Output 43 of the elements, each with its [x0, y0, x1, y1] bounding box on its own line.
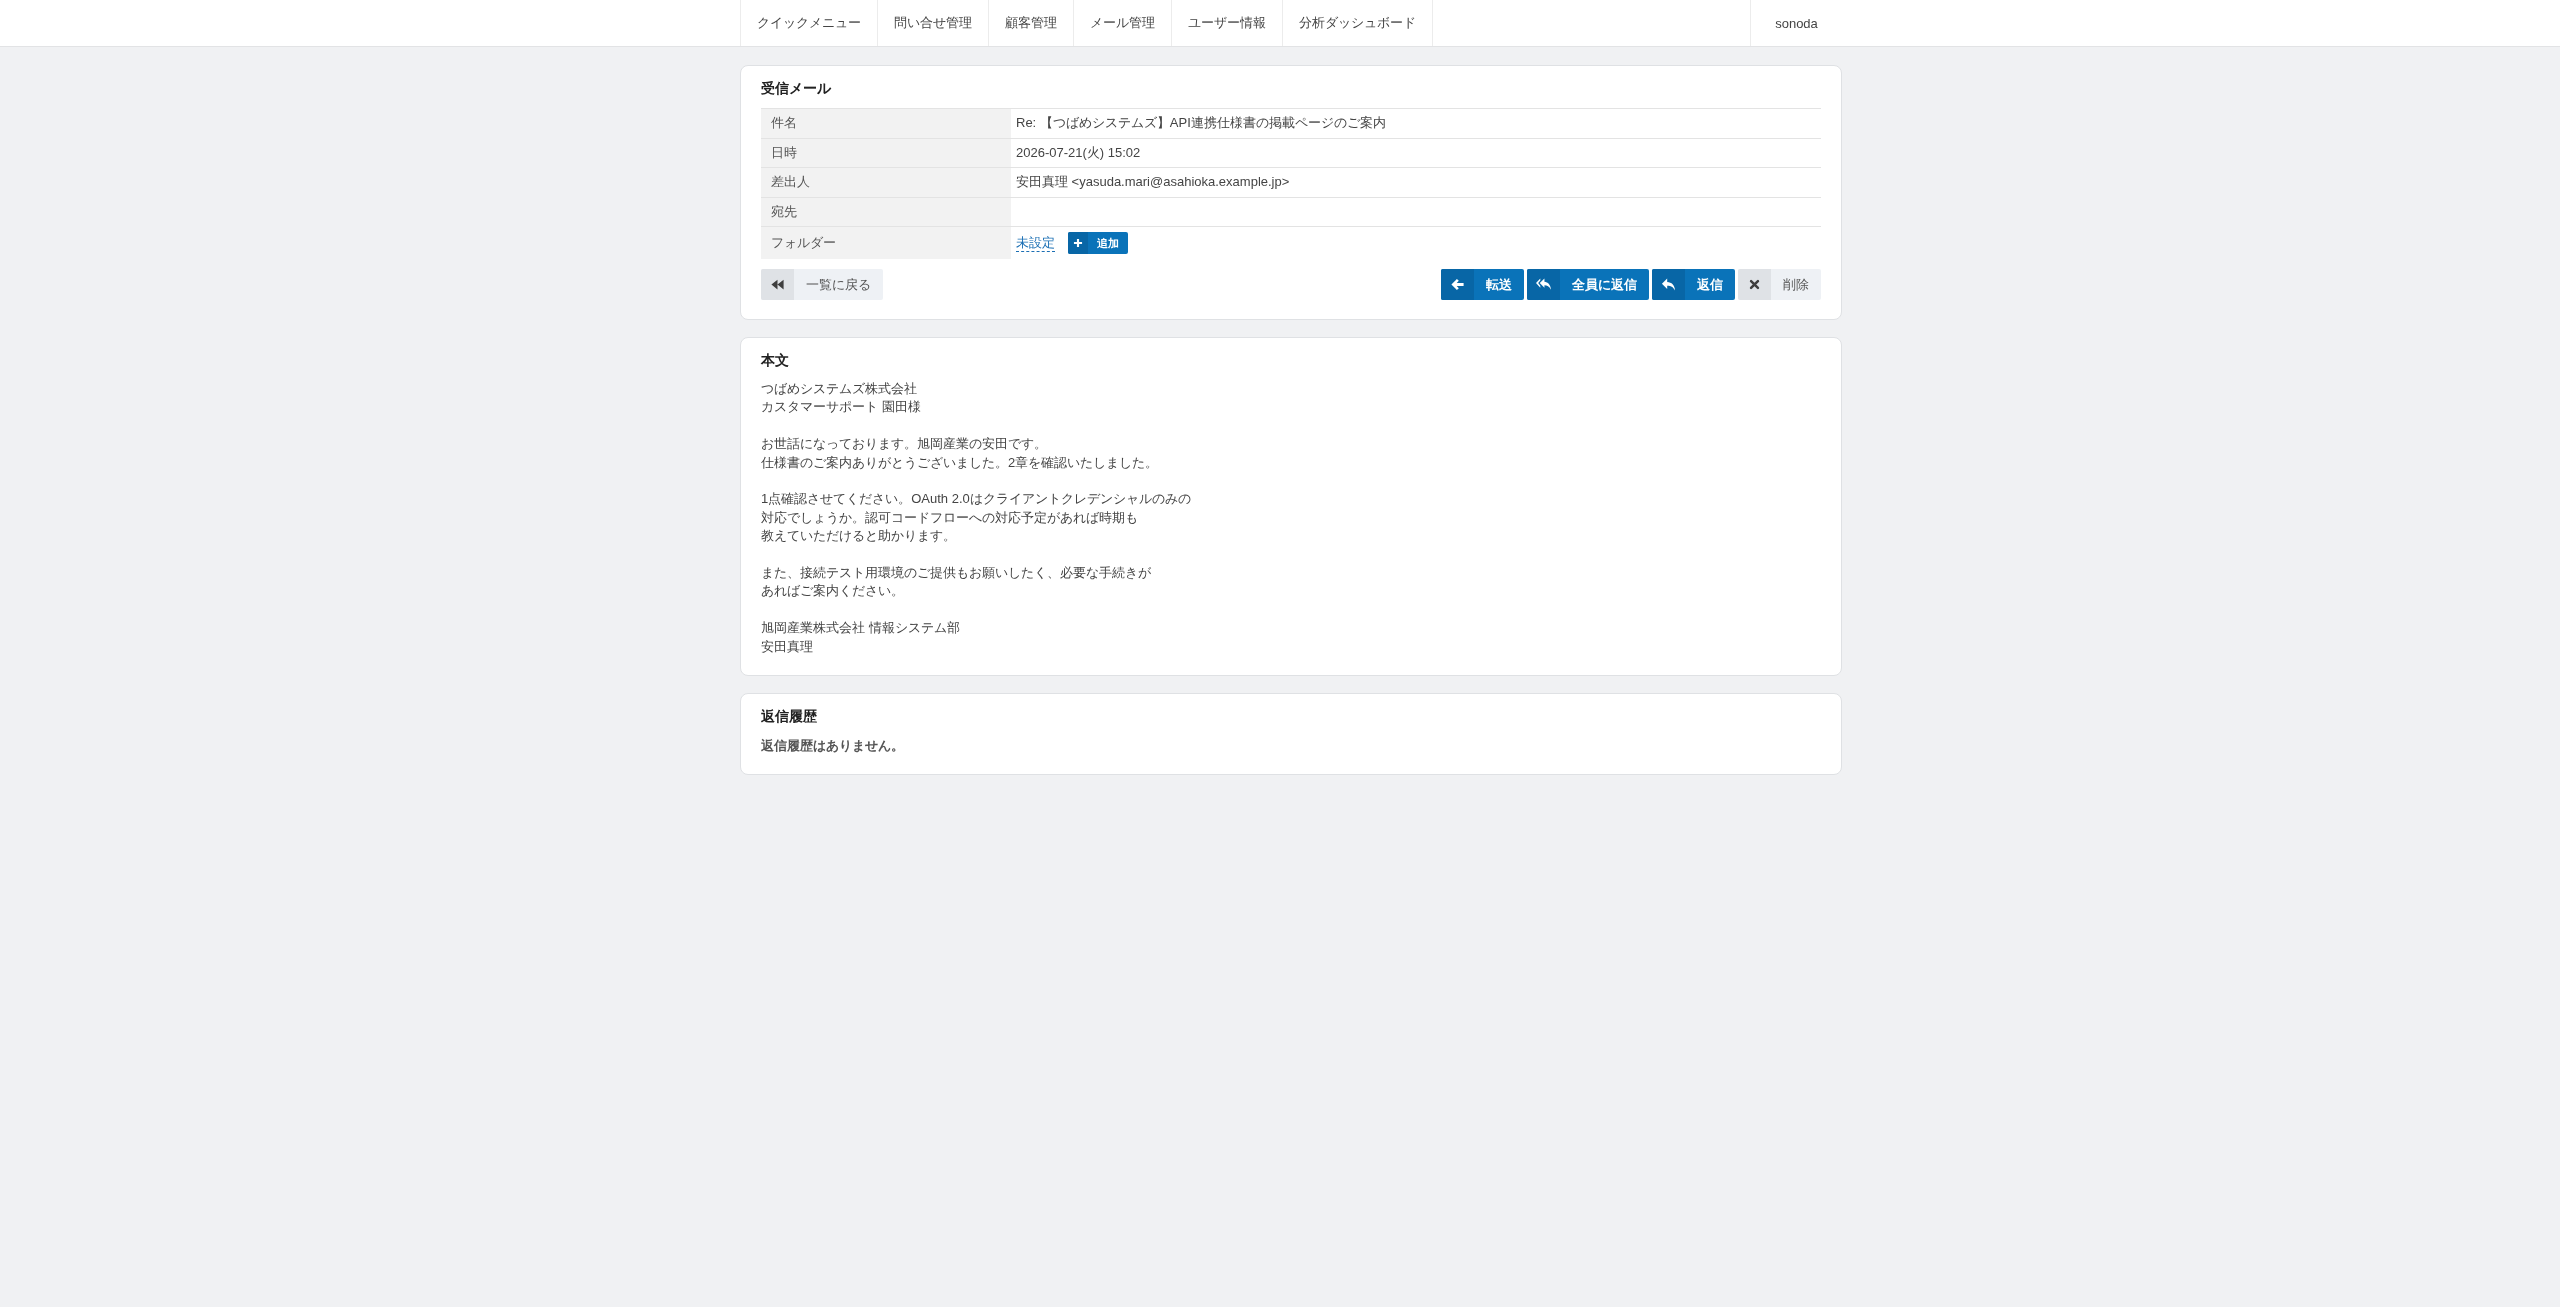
folder-link[interactable]: 未設定	[1016, 234, 1055, 252]
nav-menu-item[interactable]: 分析ダッシュボード	[1282, 0, 1432, 46]
reply-all-icon	[1527, 269, 1560, 300]
nav-menu-item[interactable]: 問い合せ管理	[877, 0, 988, 46]
reply-button[interactable]: 返信	[1652, 269, 1735, 300]
section-title: 本文	[761, 351, 790, 370]
nav-menu-item[interactable]: ユーザー情報	[1171, 0, 1282, 46]
arrow-left-icon	[1441, 269, 1474, 300]
empty-history-message: 返信履歴はありません。	[761, 737, 905, 756]
email-text-line: お世話になっております。旭岡産業の安田です。	[761, 435, 1047, 454]
field-value: 2026-07-21(火) 15:02	[1015, 143, 1142, 162]
field-label: 宛先	[761, 197, 1011, 226]
nav-menu-item[interactable]: メール管理	[1073, 0, 1171, 46]
email-text-line: カスタマーサポート 園田様	[761, 398, 921, 417]
field-label: 差出人	[761, 168, 1011, 197]
nav-menu-item[interactable]: 顧客管理	[988, 0, 1073, 46]
email-text-line: 旭岡産業株式会社 情報システム部	[761, 619, 960, 638]
email-text-line: つばめシステムズ株式会社	[761, 380, 917, 398]
email-text-line: 仕様書のご案内ありがとうございました。2章を確認いたしました。	[761, 453, 1159, 472]
reply-all-button[interactable]: 全員に返信	[1527, 269, 1649, 300]
section-title: 返信履歴	[761, 707, 818, 727]
forward-button[interactable]: 転送	[1441, 269, 1524, 300]
plus-icon	[1068, 232, 1088, 254]
back-button[interactable]: 一覧に戻る	[761, 269, 883, 300]
field-value: 安田真理 <yasuda.mari@asahioka.example.jp>	[1015, 173, 1291, 192]
email-text-line: 1点確認させてください。OAuth 2.0はクライアントクレデンシャルのみの	[761, 490, 1191, 509]
rewind-icon	[761, 269, 794, 300]
email-text-line: 教えていただけると助かります。	[761, 527, 956, 546]
user-menu[interactable]: sonoda	[1750, 0, 1842, 46]
email-text-line: あればご案内ください。	[761, 582, 904, 601]
section-title: 受信メール	[761, 79, 832, 98]
close-icon	[1738, 269, 1771, 300]
field-label: 件名	[761, 109, 1011, 138]
reply-icon	[1652, 269, 1685, 300]
field-label: フォルダー	[761, 227, 1011, 259]
nav-menu-item[interactable]: クイックメニュー	[740, 0, 877, 46]
email-text-line: また、接続テスト用環境のご提供もお願いしたく、必要な手続きが	[761, 564, 1151, 582]
delete-button[interactable]: 削除	[1738, 269, 1821, 300]
add-button[interactable]: 追加	[1068, 232, 1128, 254]
field-label: 日時	[761, 138, 1011, 167]
email-text-line: 対応でしょうか。認可コードフローへの対応予定があれば時期も	[761, 508, 1138, 527]
email-text-line: 安田真理	[761, 637, 813, 656]
field-value: Re: 【つばめシステムズ】API連携仕様書の掲載ページのご案内	[1015, 114, 1387, 133]
